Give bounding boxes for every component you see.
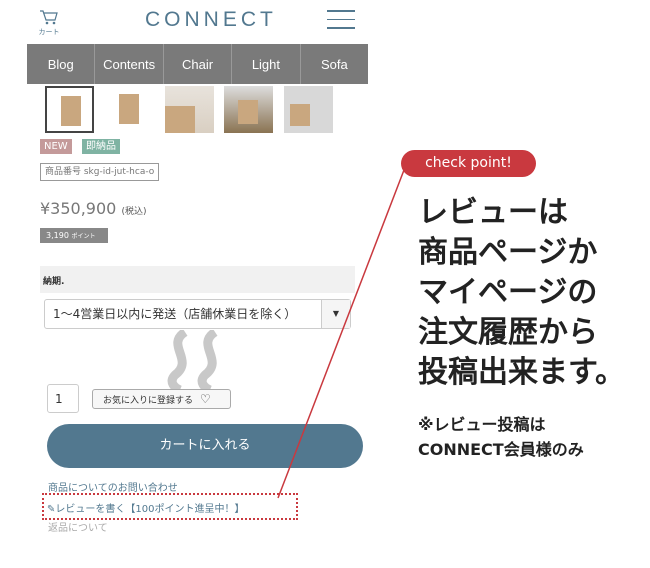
- annotation-line: 投稿出来ます。: [418, 355, 625, 390]
- annotation-line: マイページの: [418, 275, 598, 310]
- note-line: ※レビュー投稿は: [418, 415, 546, 434]
- annotation-line: 商品ページか: [418, 235, 598, 270]
- annotation-note: ※レビュー投稿は CONNECT会員様のみ: [418, 412, 584, 462]
- note-line: CONNECT会員様のみ: [418, 440, 584, 459]
- check-point-pill: check point!: [401, 150, 536, 177]
- annotation-line: 注文履歴から: [418, 315, 598, 350]
- annotation-text: レビューは 商品ページか マイページの 注文履歴から 投稿出来ます。: [418, 193, 625, 393]
- annotation-line: レビューは: [418, 195, 568, 230]
